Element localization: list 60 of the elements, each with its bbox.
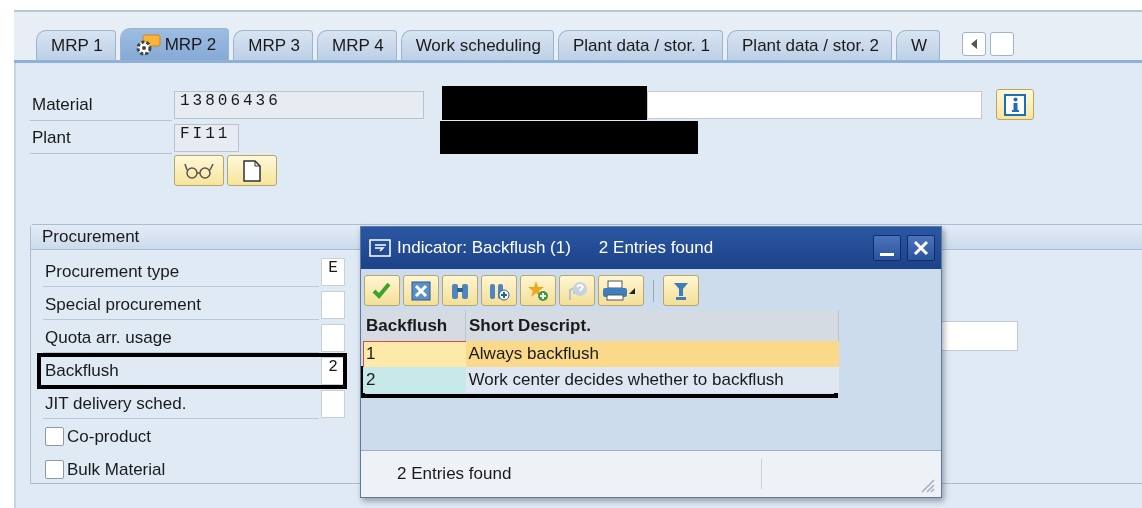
cancel-button[interactable]	[403, 275, 439, 306]
tab[interactable]: MRP 4	[316, 30, 397, 60]
tab[interactable]: Work scheduling	[400, 30, 554, 60]
info-icon	[1004, 93, 1026, 116]
checkbox-label: Co-product	[67, 426, 152, 447]
gear-icon	[134, 33, 161, 56]
field-label: Material	[30, 88, 172, 121]
star-plus-button[interactable]	[520, 275, 556, 306]
input-field[interactable]	[321, 389, 345, 418]
field-label: Quota arr. usage	[43, 322, 319, 353]
dialog-icon	[369, 239, 391, 257]
printer-icon	[602, 279, 628, 302]
document-button[interactable]	[227, 155, 277, 186]
field-label: Plant	[30, 121, 172, 154]
input-field[interactable]	[321, 290, 345, 319]
input-field[interactable]	[321, 323, 345, 352]
filter-button[interactable]	[663, 275, 699, 306]
table-cell[interactable]: Always backflush	[465, 341, 839, 367]
input-field[interactable]: 13806436	[174, 90, 424, 119]
cancel-icon	[410, 279, 432, 302]
input-field[interactable]: FI11	[174, 123, 239, 152]
column-header[interactable]: Backflush	[363, 310, 466, 341]
print-button[interactable]	[598, 275, 644, 306]
tab[interactable]: Plant data / stor. 1	[558, 30, 723, 60]
status-text: 2 Entries found	[397, 464, 512, 484]
checkbox[interactable]	[45, 427, 64, 446]
field-label: JIT delivery sched.	[43, 388, 319, 419]
field-label: Special procurement	[43, 289, 319, 320]
close-icon	[913, 240, 929, 256]
minimize-icon	[880, 253, 894, 256]
info-button[interactable]	[996, 89, 1034, 120]
binoculars-plus-button[interactable]	[481, 275, 517, 306]
glasses-icon	[184, 161, 214, 180]
resize-grip-icon	[919, 477, 935, 493]
left-arrow-icon	[970, 39, 979, 49]
checkbox-label: Bulk Material	[67, 459, 166, 480]
scroll-left-button[interactable]	[962, 32, 987, 56]
close-button[interactable]	[907, 235, 935, 261]
description-field[interactable]	[647, 90, 982, 119]
table-cell[interactable]: 2	[363, 367, 466, 393]
binoculars-button[interactable]	[442, 275, 478, 306]
tab[interactable]: W	[896, 30, 941, 60]
help-button[interactable]	[559, 275, 595, 306]
tab[interactable]: MRP 1	[36, 30, 116, 60]
table-cell[interactable]: 1	[363, 341, 466, 367]
document-icon	[243, 159, 261, 182]
minimize-button[interactable]	[873, 235, 901, 261]
display-button[interactable]	[174, 155, 224, 186]
field-label: Procurement type	[43, 256, 319, 287]
star-plus-icon	[527, 279, 549, 302]
checkmark-button[interactable]	[364, 275, 400, 306]
field-label: Backflush	[43, 355, 319, 386]
help-icon	[566, 279, 588, 302]
table-cell[interactable]: Work center decides whether to backflush	[465, 367, 839, 393]
tab[interactable]: MRP 3	[233, 30, 313, 60]
tab[interactable]: MRP 2	[119, 28, 230, 60]
input-field[interactable]: E	[321, 257, 345, 286]
column-header[interactable]: Short Descript.	[465, 310, 839, 341]
tab[interactable]: Plant data / stor. 2	[727, 30, 893, 60]
checkbox[interactable]	[45, 460, 64, 479]
